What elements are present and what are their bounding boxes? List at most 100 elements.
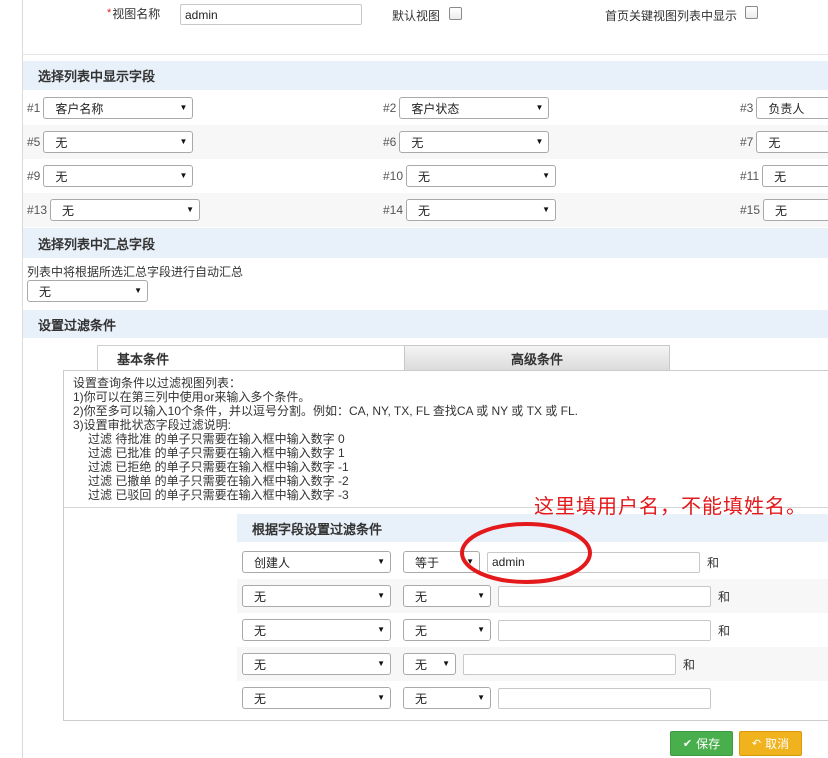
instruction-line: 1)你可以在第三列中使用or来输入多个条件。 bbox=[73, 390, 311, 404]
display-field-select[interactable]: 无 ▼ bbox=[399, 131, 550, 153]
field-number-label: #11 bbox=[740, 169, 760, 183]
instruction-line: 过滤 已批准 的单子只需要在输入框中输入数字 1 bbox=[88, 446, 345, 460]
tab-advanced-conditions[interactable]: 高级条件 bbox=[404, 345, 670, 370]
select-value: 无 bbox=[39, 284, 52, 299]
select-value: 无 bbox=[415, 623, 428, 638]
display-field-7: #7 无 bbox=[740, 125, 828, 159]
field-number-label: #5 bbox=[27, 135, 41, 149]
select-value: 无 bbox=[775, 203, 788, 218]
display-field-select[interactable]: 客户状态 ▼ bbox=[399, 97, 550, 119]
view-name-input[interactable] bbox=[180, 4, 362, 25]
display-field-2: #2 客户状态 ▼ bbox=[383, 91, 550, 125]
instruction-line: 过滤 待批准 的单子只需要在输入框中输入数字 0 bbox=[88, 432, 345, 446]
select-value: 客户状态 bbox=[411, 101, 460, 116]
display-field-13: #13 无 ▼ bbox=[27, 193, 201, 227]
select-value: 负责人 bbox=[768, 101, 805, 116]
dropdown-arrow-icon: ▼ bbox=[186, 205, 195, 214]
display-field-14: #14 无 ▼ bbox=[383, 193, 557, 227]
display-field-row: #1 客户名称 ▼ #2 客户状态 ▼ #3 负责人 bbox=[23, 91, 828, 125]
field-number-label: #14 bbox=[383, 203, 404, 217]
dropdown-arrow-icon: ▼ bbox=[535, 137, 544, 146]
view-name-label: *视图名称 bbox=[107, 6, 160, 23]
condition-value-input[interactable] bbox=[487, 551, 700, 573]
condition-join-label: 和 bbox=[707, 555, 720, 570]
home-display-label: 首页关键视图列表中显示 bbox=[605, 9, 738, 23]
condition-join-label: 和 bbox=[718, 589, 731, 604]
select-value: 无 bbox=[415, 589, 428, 604]
display-field-select[interactable]: 无 ▼ bbox=[406, 165, 557, 187]
instruction-line: 2)你至多可以输入10个条件，并以逗号分割。例如：CA, NY, TX, FL … bbox=[73, 404, 578, 418]
filter-instructions: 设置查询条件以过滤视图列表： 1)你可以在第三列中使用or来输入多个条件。 2)… bbox=[73, 376, 823, 502]
select-value: 等于 bbox=[415, 555, 440, 570]
dropdown-arrow-icon: ▼ bbox=[377, 625, 385, 634]
condition-field-select[interactable]: 创建人 ▼ bbox=[242, 551, 391, 573]
save-button[interactable]: ✔ 保存 bbox=[670, 731, 733, 756]
cancel-button[interactable]: ↶ 取消 bbox=[739, 731, 802, 756]
select-value: 无 bbox=[418, 203, 431, 218]
select-value: 无 bbox=[411, 135, 424, 150]
condition-operator-select[interactable]: 等于 ▼ bbox=[403, 551, 480, 573]
summary-field-select[interactable]: 无 ▼ bbox=[27, 280, 148, 302]
filter-condition-row: 无 ▼ 无 ▼ 和 bbox=[237, 647, 828, 681]
dropdown-arrow-icon: ▼ bbox=[179, 103, 188, 112]
condition-operator-select[interactable]: 无 ▼ bbox=[403, 687, 491, 709]
select-value: 无 bbox=[254, 657, 267, 672]
view-settings-page: *视图名称 默认视图 首页关键视图列表中显示 选择列表中显示字段 #1 客户名称… bbox=[0, 0, 828, 758]
dropdown-arrow-icon: ▼ bbox=[542, 171, 551, 180]
select-value: 无 bbox=[254, 623, 267, 638]
select-value: 无 bbox=[55, 169, 68, 184]
condition-field-select[interactable]: 无 ▼ bbox=[242, 585, 391, 607]
filter-panel: 设置查询条件以过滤视图列表： 1)你可以在第三列中使用or来输入多个条件。 2)… bbox=[63, 370, 828, 721]
filter-header: 设置过滤条件 bbox=[23, 310, 828, 338]
display-field-select[interactable]: 无 bbox=[756, 131, 828, 153]
condition-field-select[interactable]: 无 ▼ bbox=[242, 619, 391, 641]
field-number-label: #6 bbox=[383, 135, 397, 149]
dropdown-arrow-icon: ▼ bbox=[477, 693, 485, 702]
display-field-select[interactable]: 无 ▼ bbox=[43, 165, 194, 187]
display-field-select[interactable]: 无 ▼ bbox=[406, 199, 557, 221]
display-field-select[interactable]: 无 bbox=[763, 199, 828, 221]
dropdown-arrow-icon: ▼ bbox=[377, 591, 385, 600]
display-field-select[interactable]: 客户名称 ▼ bbox=[43, 97, 194, 119]
select-value: 无 bbox=[415, 657, 428, 672]
dropdown-arrow-icon: ▼ bbox=[377, 659, 385, 668]
filter-condition-row: 无 ▼ 无 ▼ bbox=[237, 681, 828, 715]
select-value: 无 bbox=[62, 203, 75, 218]
filter-condition-row: 无 ▼ 无 ▼ 和 bbox=[237, 613, 828, 647]
condition-field-select[interactable]: 无 ▼ bbox=[242, 687, 391, 709]
condition-value-input[interactable] bbox=[463, 653, 676, 675]
field-number-label: #10 bbox=[383, 169, 404, 183]
condition-operator-select[interactable]: 无 ▼ bbox=[403, 585, 491, 607]
display-field-select[interactable]: 负责人 bbox=[756, 97, 828, 119]
default-view-label: 默认视图 bbox=[392, 9, 441, 23]
condition-value-input[interactable] bbox=[498, 687, 711, 709]
select-value: 无 bbox=[768, 135, 781, 150]
dropdown-arrow-icon: ▼ bbox=[535, 103, 544, 112]
select-value: 无 bbox=[254, 691, 267, 706]
required-mark: * bbox=[107, 7, 112, 19]
summary-description: 列表中将根据所选汇总字段进行自动汇总 bbox=[27, 265, 244, 279]
field-number-label: #1 bbox=[27, 101, 41, 115]
display-field-select[interactable]: 无 ▼ bbox=[50, 199, 201, 221]
display-field-3: #3 负责人 bbox=[740, 91, 828, 125]
default-view-checkbox[interactable] bbox=[449, 7, 462, 20]
condition-operator-select[interactable]: 无 ▼ bbox=[403, 619, 491, 641]
dropdown-arrow-icon: ▼ bbox=[442, 659, 450, 668]
display-field-row: #5 无 ▼ #6 无 ▼ #7 无 bbox=[23, 125, 828, 159]
instruction-line: 3)设置审批状态字段过滤说明: bbox=[73, 418, 232, 432]
display-field-15: #15 无 bbox=[740, 193, 828, 227]
condition-operator-select[interactable]: 无 ▼ bbox=[403, 653, 456, 675]
display-field-row: #13 无 ▼ #14 无 ▼ #15 无 bbox=[23, 193, 828, 227]
condition-value-input[interactable] bbox=[498, 585, 711, 607]
select-value: 无 bbox=[418, 169, 431, 184]
condition-value-input[interactable] bbox=[498, 619, 711, 641]
dropdown-arrow-icon: ▼ bbox=[179, 137, 188, 146]
home-display-checkbox[interactable] bbox=[745, 6, 758, 19]
display-field-select[interactable]: 无 ▼ bbox=[43, 131, 194, 153]
display-field-select[interactable]: 无 bbox=[762, 165, 828, 187]
condition-field-select[interactable]: 无 ▼ bbox=[242, 653, 391, 675]
field-number-label: #13 bbox=[27, 203, 48, 217]
undo-icon: ↶ bbox=[751, 737, 762, 750]
select-value: 无 bbox=[55, 135, 68, 150]
tab-basic-conditions[interactable]: 基本条件 bbox=[97, 345, 405, 370]
